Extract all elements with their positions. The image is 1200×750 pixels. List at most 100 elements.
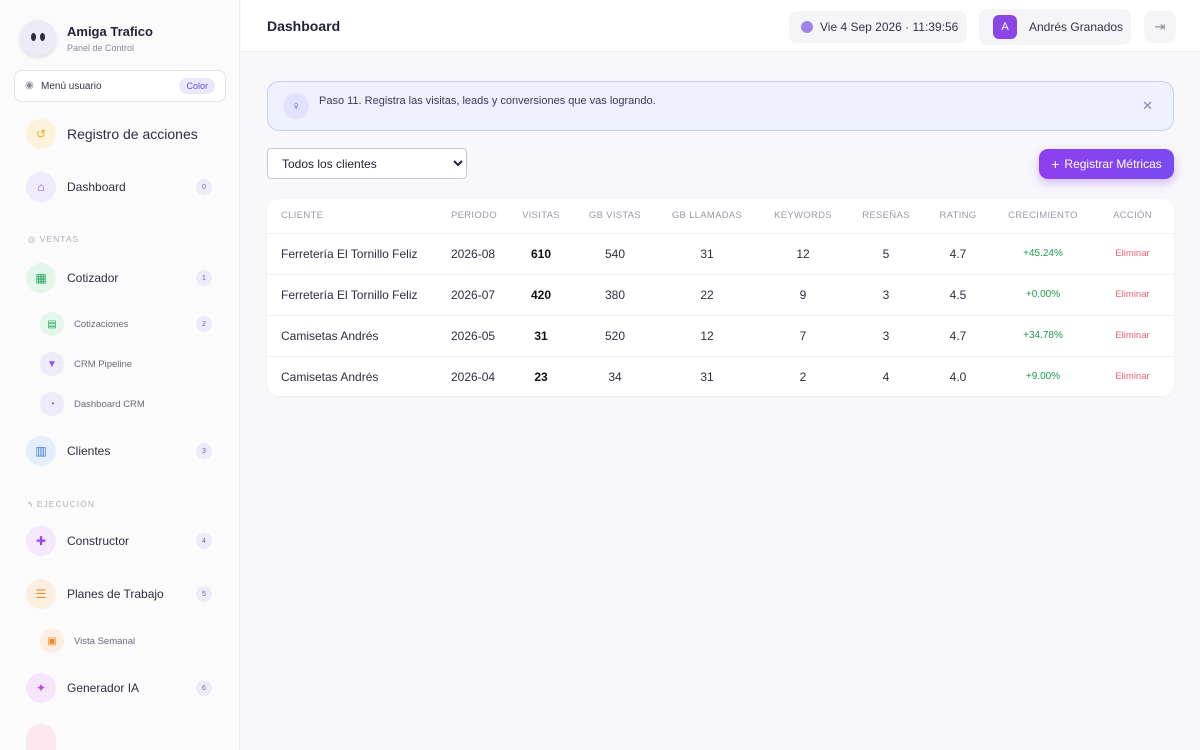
cell-periodo: 2026-04: [437, 355, 511, 397]
clock-icon: [801, 21, 813, 33]
delete-link[interactable]: Eliminar: [1091, 232, 1174, 274]
sidebar-item-label: Clientes: [67, 444, 111, 458]
section-label-ejecucion: ϟ EJECUCIÓN: [28, 499, 95, 509]
sidebar-badge: 3: [196, 443, 212, 459]
register-metrics-button[interactable]: + Registrar Métricas: [1039, 149, 1174, 179]
brand-name: Amiga Trafico: [67, 23, 153, 39]
sidebar-subitem-label: CRM Pipeline: [74, 358, 133, 370]
register-metrics-label: Registrar Métricas: [1064, 157, 1162, 171]
table-row: Camisetas Andrés 2026-04 23 34 31 2 4 4.…: [267, 355, 1174, 397]
datetime-display: Vie 4 Sep 2026 · 11:39:56: [789, 11, 967, 43]
cell-gb-vistas: 540: [571, 232, 659, 274]
table-header-row: CLIENTE PERIODO VISITAS GB VISTAS GB LLA…: [267, 199, 1174, 233]
cell-keywords: 2: [755, 355, 851, 397]
sidebar-item-label: Constructor: [67, 534, 130, 548]
delete-link[interactable]: Eliminar: [1091, 273, 1174, 315]
cell-crecimiento: +0.00%: [995, 273, 1091, 315]
tip-banner: ♀ Paso 11. Registra las visitas, leads y…: [267, 81, 1174, 131]
delete-link[interactable]: Eliminar: [1091, 314, 1174, 356]
sidebar-subitem-crm-pipeline[interactable]: ▼ CRM Pipeline: [40, 352, 216, 376]
sidebar-badge: 6: [196, 680, 212, 696]
user-menu-button[interactable]: ◉ Menú usuario Color: [14, 70, 226, 102]
brand[interactable]: Amiga Trafico Panel de Control: [20, 20, 153, 56]
sidebar-item-planes[interactable]: ☰ Planes de Trabajo 5: [26, 579, 216, 609]
section-label-ventas: ◎ VENTAS: [28, 234, 80, 244]
datetime-text: Vie 4 Sep 2026 · 11:39:56: [820, 20, 959, 34]
sidebar-item-dashboard[interactable]: ⌂ Dashboard 0: [26, 172, 216, 202]
cell-crecimiento: +9.00%: [995, 355, 1091, 397]
sidebar-subitem-cotizaciones[interactable]: ▤ Cotizaciones 2: [40, 312, 216, 336]
col-header: GB LLAMADAS: [671, 210, 743, 222]
puzzle-icon: ✚: [26, 526, 56, 556]
cell-rating: 4.0: [921, 355, 995, 397]
logout-icon: ⇥: [1154, 19, 1166, 34]
plus-icon: +: [1051, 156, 1060, 172]
sidebar-item-registro[interactable]: ↺ Registro de acciones: [26, 119, 216, 149]
delete-link[interactable]: Eliminar: [1091, 355, 1174, 397]
page-title: Dashboard: [267, 18, 341, 34]
building-icon: ▥: [26, 436, 56, 466]
cell-cliente: Camisetas Andrés: [267, 314, 437, 356]
document-icon: ▤: [40, 312, 64, 336]
metrics-table-card: CLIENTE PERIODO VISITAS GB VISTAS GB LLA…: [267, 199, 1174, 397]
cell-resenas: 3: [851, 314, 921, 356]
sidebar-subitem-label: Dashboard CRM: [74, 398, 145, 410]
funnel-icon: ▼: [40, 352, 64, 376]
user-menu-label: Menú usuario: [41, 80, 102, 92]
table-row: Camisetas Andrés 2026-05 31 520 12 7 3 4…: [267, 314, 1174, 356]
col-header: CLIENTE: [281, 210, 324, 222]
pie-chart-icon: ◔: [40, 392, 64, 416]
cell-visitas: 31: [511, 314, 571, 356]
cell-gb-llamadas: 31: [659, 355, 755, 397]
cell-gb-vistas: 520: [571, 314, 659, 356]
metrics-table: CLIENTE PERIODO VISITAS GB VISTAS GB LLA…: [267, 199, 1174, 397]
cell-periodo: 2026-05: [437, 314, 511, 356]
cell-resenas: 5: [851, 232, 921, 274]
sidebar-badge: 5: [196, 586, 212, 602]
col-header: RATING: [939, 210, 977, 222]
sidebar-item-cotizador[interactable]: ▦ Cotizador 1: [26, 263, 216, 293]
sidebar-subitem-vista-semanal[interactable]: ▣ Vista Semanal: [40, 629, 216, 653]
cell-cliente: Camisetas Andrés: [267, 355, 437, 397]
cell-crecimiento: +34.78%: [995, 314, 1091, 356]
sidebar-item-label: Planes de Trabajo: [67, 587, 164, 601]
col-header: GB VISTAS: [588, 210, 642, 222]
cell-rating: 4.7: [921, 232, 995, 274]
logout-button[interactable]: ⇥: [1144, 11, 1176, 43]
history-icon: ↺: [26, 119, 56, 149]
sidebar-item-constructor[interactable]: ✚ Constructor 4: [26, 526, 216, 556]
cell-resenas: 4: [851, 355, 921, 397]
sidebar-subitem-label: Cotizaciones: [74, 318, 129, 330]
col-header: VISITAS: [522, 210, 560, 222]
sidebar-item-clientes[interactable]: ▥ Clientes 3: [26, 436, 216, 466]
calendar-icon: ▣: [40, 629, 64, 653]
cell-cliente: Ferretería El Tornillo Feliz: [267, 232, 437, 274]
cell-visitas: 420: [511, 273, 571, 315]
sidebar-item-generador-ia[interactable]: ✦ Generador IA 6: [26, 673, 216, 703]
cell-keywords: 12: [755, 232, 851, 274]
cell-visitas: 610: [511, 232, 571, 274]
list-check-icon: ☰: [26, 579, 56, 609]
user-name: Andrés Granados: [1029, 20, 1124, 34]
color-pill[interactable]: Color: [179, 78, 215, 94]
cell-periodo: 2026-07: [437, 273, 511, 315]
client-filter-select[interactable]: Todos los clientes: [267, 148, 467, 179]
cell-gb-vistas: 34: [571, 355, 659, 397]
brand-logo: [20, 20, 56, 56]
sidebar-item-label: Registro de acciones: [67, 126, 198, 142]
sidebar-badge: 2: [196, 316, 212, 332]
user-profile-chip[interactable]: A Andrés Granados: [979, 9, 1131, 45]
col-header: KEYWORDS: [774, 210, 832, 222]
avatar: A: [993, 15, 1017, 39]
sidebar-item-partial[interactable]: [26, 724, 56, 750]
brand-subtitle: Panel de Control: [67, 42, 135, 53]
sidebar-subitem-dashboard-crm[interactable]: ◔ Dashboard CRM: [40, 392, 216, 416]
cell-gb-llamadas: 22: [659, 273, 755, 315]
sidebar-badge: 1: [196, 270, 212, 286]
close-icon[interactable]: ✕: [1142, 98, 1153, 114]
magic-wand-icon: ✦: [26, 673, 56, 703]
col-header: RESEÑAS: [862, 210, 910, 222]
calculator-icon: ▦: [26, 263, 56, 293]
sidebar-item-label: Dashboard: [67, 180, 126, 194]
sidebar-subitem-label: Vista Semanal: [74, 635, 136, 647]
